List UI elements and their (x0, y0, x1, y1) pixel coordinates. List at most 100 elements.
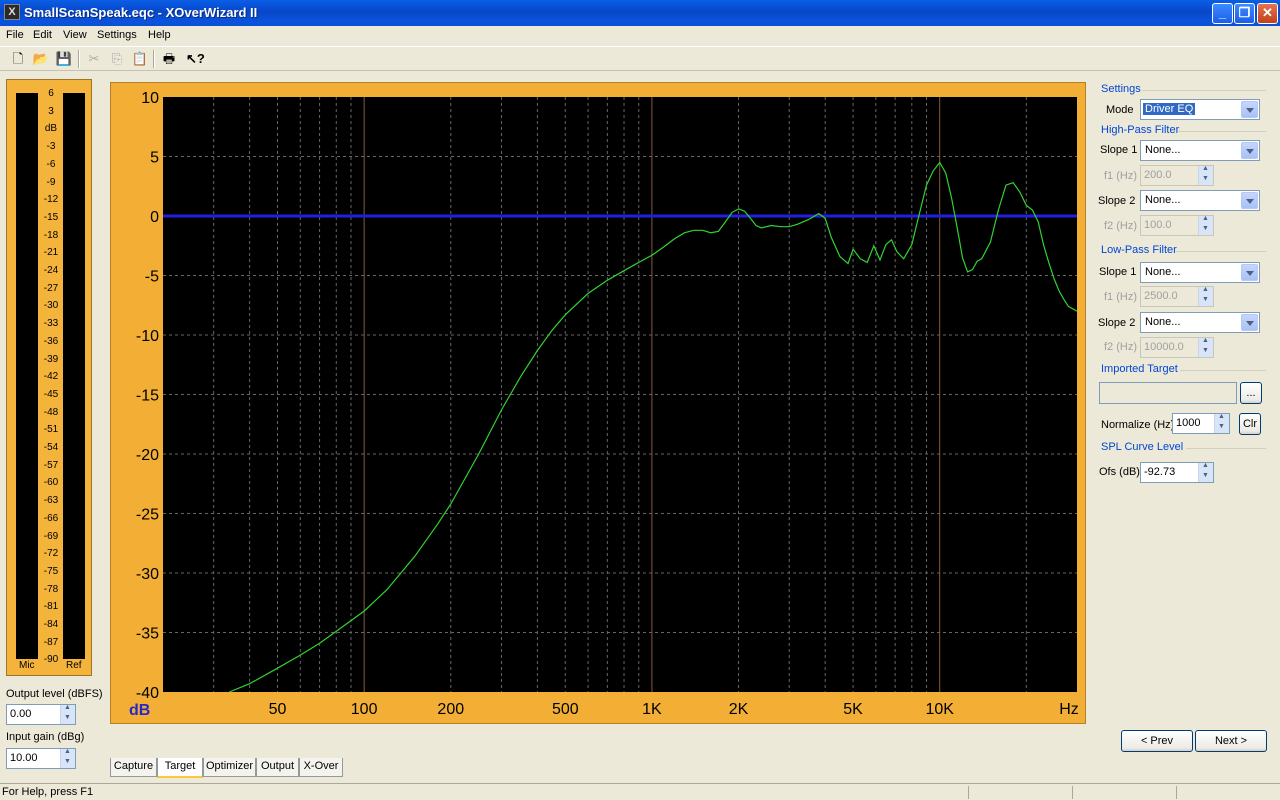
imported-target-path[interactable] (1099, 382, 1237, 404)
lpf-slope2-value[interactable]: None... (1145, 316, 1180, 328)
meter-scale-label: -42 (43, 371, 59, 383)
hpf-slope1-select[interactable]: None... (1140, 140, 1260, 161)
y-axis-label: dB (129, 702, 150, 719)
minimize-button[interactable]: _ (1212, 3, 1233, 24)
hpf-f1-value[interactable]: 200.0 (1144, 169, 1172, 181)
lpf-f1-label: f1 (Hz) (1104, 291, 1137, 303)
input-gain-stepper[interactable]: 10.00 (6, 748, 76, 769)
spin-arrows-icon[interactable] (1198, 286, 1213, 306)
lpf-f1-value[interactable]: 2500.0 (1144, 290, 1178, 302)
window-title: SmallScanSpeak.eqc - XOverWizard II (24, 5, 258, 20)
chevron-down-icon[interactable] (1241, 192, 1258, 209)
hpf-slope1-label: Slope 1 (1100, 144, 1138, 156)
chevron-down-icon[interactable] (1241, 314, 1258, 331)
tab-output[interactable]: Output (256, 758, 299, 777)
spin-arrows-icon[interactable] (1198, 462, 1213, 482)
hpf-slope1-value[interactable]: None... (1145, 144, 1180, 156)
spin-arrows-icon[interactable] (1198, 337, 1213, 357)
status-pane (1176, 786, 1177, 799)
chevron-down-icon[interactable] (1241, 264, 1258, 281)
meter-scale-label: -63 (43, 495, 59, 507)
prev-button[interactable]: < Prev (1121, 730, 1193, 752)
status-pane (1072, 786, 1073, 799)
meter-scale-label: -78 (43, 583, 59, 595)
normalize-stepper[interactable]: 1000 (1172, 413, 1230, 434)
save-icon[interactable]: 💾 (55, 50, 73, 68)
clear-button[interactable]: Clr (1239, 413, 1261, 435)
y-tick-label: -30 (136, 566, 159, 583)
open-folder-icon[interactable]: 📂 (32, 50, 50, 68)
ref-meter-bar (63, 93, 85, 659)
ofs-value[interactable]: -92.73 (1144, 466, 1175, 478)
spin-arrows-icon[interactable] (1198, 215, 1213, 235)
hpf-f1-stepper[interactable]: 200.0 (1140, 165, 1214, 186)
lpf-f2-value[interactable]: 10000.0 (1144, 341, 1184, 353)
meter-scale-label: -12 (43, 194, 59, 206)
y-tick-label: 5 (150, 150, 159, 167)
spin-arrows-icon[interactable] (1214, 413, 1229, 433)
x-tick-label: 100 (351, 701, 378, 718)
hpf-f2-value[interactable]: 100.0 (1144, 219, 1172, 231)
y-tick-label: -5 (145, 269, 159, 286)
normalize-value[interactable]: 1000 (1176, 417, 1200, 429)
menu-edit[interactable]: Edit (33, 29, 52, 41)
meter-scale-label: -72 (43, 548, 59, 560)
x-tick-label: 200 (437, 701, 464, 718)
tab-capture[interactable]: Capture (110, 758, 157, 777)
group-divider (1180, 370, 1266, 371)
menu-bar: File Edit View Settings Help (0, 26, 1280, 46)
lpf-slope1-value[interactable]: None... (1145, 266, 1180, 278)
chart-canvas[interactable]: 1050-5-10-15-20-25-30-35-4050 100 200 500 1K… (111, 83, 1087, 725)
y-tick-label: -15 (136, 388, 159, 405)
new-file-icon[interactable]: 🗋 (9, 50, 27, 68)
cut-icon[interactable]: ✂ (85, 50, 103, 68)
ofs-stepper[interactable]: -92.73 (1140, 462, 1214, 483)
restore-icon: ❐ (1238, 5, 1251, 20)
hpf-f2-stepper[interactable]: 100.0 (1140, 215, 1214, 236)
input-gain-value[interactable]: 10.00 (10, 752, 38, 764)
lpf-f2-stepper[interactable]: 10000.0 (1140, 337, 1214, 358)
app-icon[interactable]: X (4, 4, 20, 20)
close-button[interactable]: ✕ (1257, 3, 1278, 24)
meter-scale-label: -9 (46, 176, 56, 188)
x-tick-label: 10K (925, 701, 954, 718)
chevron-down-icon[interactable] (1241, 142, 1258, 159)
status-bar: For Help, press F1 (0, 783, 1280, 800)
y-tick-label: -35 (136, 626, 159, 643)
copy-icon[interactable]: ⎘ (108, 50, 126, 68)
tab-target[interactable]: Target (157, 758, 203, 778)
menu-help[interactable]: Help (148, 29, 171, 41)
menu-settings[interactable]: Settings (97, 29, 137, 41)
spin-arrows-icon[interactable] (60, 748, 75, 768)
mode-select[interactable]: Driver EQ (1140, 99, 1260, 120)
tab-optimizer[interactable]: Optimizer (203, 758, 256, 777)
menu-view[interactable]: View (63, 29, 87, 41)
lpf-slope1-select[interactable]: None... (1140, 262, 1260, 283)
browse-button[interactable]: ... (1240, 382, 1262, 404)
y-tick-label: -20 (136, 447, 159, 464)
normalize-label: Normalize (Hz) (1101, 419, 1175, 431)
menu-file[interactable]: File (6, 29, 24, 41)
next-button[interactable]: Next > (1195, 730, 1267, 752)
output-level-stepper[interactable]: 0.00 (6, 704, 76, 725)
output-level-value[interactable]: 0.00 (10, 708, 31, 720)
hpf-slope2-select[interactable]: None... (1140, 190, 1260, 211)
lpf-f1-stepper[interactable]: 2500.0 (1140, 286, 1214, 307)
tab-x-over[interactable]: X-Over (299, 758, 343, 777)
frequency-response-chart[interactable]: 10 5 0 -5 -10 -15 -20 -25 -30 -35 -40 50 100 200 500 1K… (110, 82, 1086, 724)
input-gain-label: Input gain (dBg) (6, 731, 85, 743)
restore-button[interactable]: ❐ (1234, 3, 1255, 24)
mode-value[interactable]: Driver EQ (1143, 103, 1196, 115)
context-help-icon[interactable]: ↖? (186, 50, 205, 68)
lpf-slope2-select[interactable]: None... (1140, 312, 1260, 333)
lpf-slope2-label: Slope 2 (1098, 317, 1136, 329)
print-icon[interactable]: 🖶 (160, 50, 178, 68)
paste-icon[interactable]: 📋 (131, 50, 149, 68)
hpf-f2-label: f2 (Hz) (1104, 220, 1137, 232)
spin-arrows-icon[interactable] (60, 704, 75, 724)
meter-scale-label: -27 (43, 282, 59, 294)
hpf-slope2-value[interactable]: None... (1145, 194, 1180, 206)
spin-arrows-icon[interactable] (1198, 165, 1213, 185)
x-tick-label: 500 (552, 701, 579, 718)
chevron-down-icon[interactable] (1241, 101, 1258, 118)
